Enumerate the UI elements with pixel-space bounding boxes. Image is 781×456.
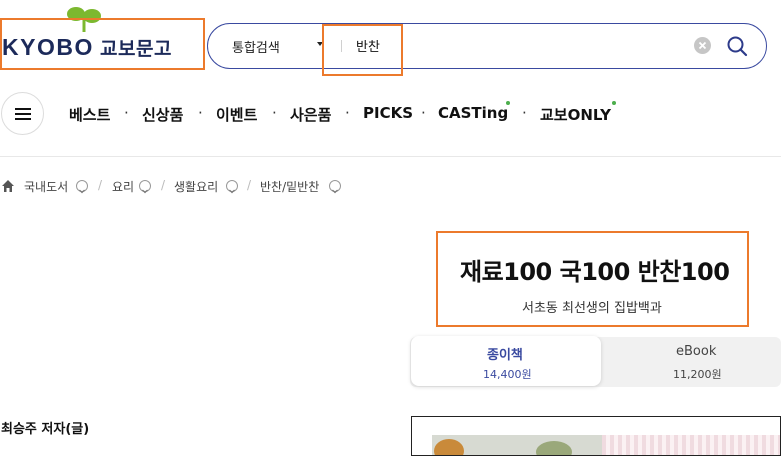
home-icon[interactable] <box>1 178 15 192</box>
chevron-down-icon[interactable] <box>139 180 151 194</box>
nav-kyobo-only[interactable]: 교보ONLY <box>540 104 611 125</box>
cover-dish <box>434 439 464 455</box>
hamburger-line <box>15 113 31 115</box>
nav-separator: · <box>272 104 277 122</box>
logo-highlight <box>0 18 205 70</box>
hamburger-line <box>15 108 31 110</box>
tab-paper-book-price: 14,400원 <box>483 368 532 381</box>
breadcrumb-separator: / <box>98 178 103 192</box>
search-bar <box>207 23 767 69</box>
nav-separator: · <box>421 104 426 122</box>
new-dot-indicator <box>612 101 616 105</box>
breadcrumb-home-cooking[interactable]: 생활요리 <box>174 178 218 195</box>
book-cover-image[interactable] <box>411 416 781 456</box>
hamburger-menu-button[interactable] <box>1 92 44 135</box>
nav-gift[interactable]: 사은품 <box>290 104 331 125</box>
nav-separator: · <box>345 104 350 122</box>
breadcrumb-domestic-books[interactable]: 국내도서 <box>24 178 68 195</box>
chevron-down-icon[interactable] <box>76 180 88 194</box>
search-scope-select[interactable]: 통합검색 <box>232 37 280 56</box>
tab-ebook-label[interactable]: eBook <box>676 344 716 359</box>
nav-new[interactable]: 신상품 <box>142 104 183 125</box>
tab-ebook-price[interactable]: 11,200원 <box>673 366 722 382</box>
breadcrumb-cooking[interactable]: 요리 <box>112 178 134 195</box>
search-icon[interactable] <box>726 35 748 57</box>
breadcrumb-separator: / <box>247 178 252 192</box>
chevron-down-icon[interactable] <box>226 180 238 194</box>
nav-best[interactable]: 베스트 <box>69 104 110 125</box>
search-query-highlight <box>322 24 403 76</box>
nav-picks[interactable]: PICKS <box>363 104 413 122</box>
breadcrumb-side-dishes[interactable]: 반찬/밑반찬 <box>260 178 319 195</box>
book-author[interactable]: 최승주 저자(글) <box>1 418 89 437</box>
cover-pattern <box>602 435 780 455</box>
title-highlight <box>436 231 749 327</box>
nav-event[interactable]: 이벤트 <box>216 104 257 125</box>
clear-icon[interactable] <box>694 37 711 54</box>
chevron-down-icon[interactable] <box>329 180 341 194</box>
nav-divider <box>0 156 781 157</box>
nav-separator: · <box>522 104 527 122</box>
breadcrumb-separator: / <box>161 178 166 192</box>
new-dot-indicator <box>506 101 510 105</box>
cover-dish <box>536 441 572 455</box>
nav-separator: · <box>124 104 129 122</box>
tab-paper-book-label: 종이책 <box>487 348 523 363</box>
hamburger-line <box>15 118 31 120</box>
nav-separator: · <box>198 104 203 122</box>
nav-casting[interactable]: CASTing <box>438 104 508 122</box>
